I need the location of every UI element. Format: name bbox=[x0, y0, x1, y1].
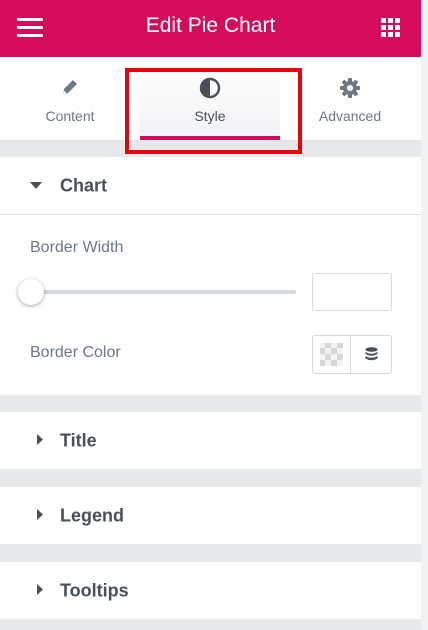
panel-header: Edit Pie Chart bbox=[0, 0, 421, 57]
canvas-edge bbox=[421, 0, 428, 630]
tab-advanced-label: Advanced bbox=[318, 108, 382, 124]
section-chart-controls: Border Width Border Color bbox=[0, 214, 421, 395]
active-tab-indicator bbox=[140, 136, 280, 140]
border-width-label: Border Width bbox=[30, 239, 124, 256]
database-globals-icon[interactable] bbox=[352, 336, 391, 373]
color-swatch-button[interactable] bbox=[313, 336, 351, 373]
caret-down-icon bbox=[30, 177, 42, 195]
section-title-header[interactable]: Title bbox=[0, 412, 421, 469]
apps-grid-icon[interactable] bbox=[381, 18, 401, 38]
panel-title: Edit Pie Chart bbox=[145, 14, 276, 37]
tab-style-label: Style bbox=[194, 108, 226, 124]
tab-content[interactable]: Content bbox=[20, 57, 120, 141]
section-chart-header[interactable]: Chart bbox=[0, 157, 421, 214]
section-tooltips-header[interactable]: Tooltips bbox=[0, 562, 421, 619]
tab-style[interactable]: Style bbox=[140, 57, 280, 141]
section-legend-label: Legend bbox=[60, 505, 125, 525]
editor-panel: Edit Pie Chart Content Style Advanced Ch… bbox=[0, 0, 421, 630]
tab-content-label: Content bbox=[45, 108, 95, 124]
border-color-picker bbox=[312, 335, 392, 374]
border-width-input[interactable] bbox=[312, 273, 392, 311]
section-tooltips-label: Tooltips bbox=[60, 580, 129, 600]
contrast-half-circle-icon bbox=[199, 77, 221, 104]
section-legend-header[interactable]: Legend bbox=[0, 487, 421, 544]
pencil-icon bbox=[60, 77, 80, 102]
section-chart-label: Chart bbox=[60, 175, 108, 195]
tab-advanced[interactable]: Advanced bbox=[300, 57, 400, 141]
caret-right-icon bbox=[37, 582, 44, 600]
border-width-slider-track[interactable] bbox=[30, 290, 296, 294]
gear-icon bbox=[339, 77, 361, 104]
caret-right-icon bbox=[37, 507, 44, 525]
border-width-slider-handle[interactable] bbox=[18, 279, 44, 305]
section-title-label: Title bbox=[60, 430, 97, 450]
caret-right-icon bbox=[37, 432, 44, 450]
editor-tabs: Content Style Advanced bbox=[0, 57, 421, 141]
border-color-label: Border Color bbox=[30, 344, 121, 361]
